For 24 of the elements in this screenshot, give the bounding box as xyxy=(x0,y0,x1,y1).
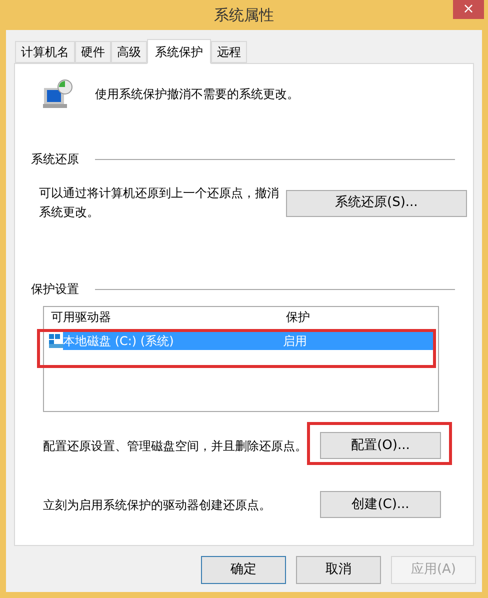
intro-text: 使用系统保护撤消不需要的系统更改。 xyxy=(95,86,299,103)
drive-icon xyxy=(49,334,63,348)
close-button[interactable]: × xyxy=(453,0,484,19)
tab[interactable]: 系统保护 xyxy=(147,39,211,64)
computer-restore-icon xyxy=(41,78,73,110)
dialog-button[interactable]: 确定 xyxy=(201,556,286,584)
dialog-button[interactable]: 取消 xyxy=(296,556,381,584)
configure-description: 配置还原设置、管理磁盘空间，并且删除还原点。 xyxy=(43,438,307,455)
dialog-button[interactable]: 系统还原(S)... xyxy=(286,190,467,216)
column-header[interactable]: 可用驱动器 xyxy=(51,308,286,326)
protection-status: 启用 xyxy=(283,333,307,350)
window-title: 系统属性 xyxy=(214,4,274,26)
tab[interactable]: 高级 xyxy=(111,41,147,63)
column-header[interactable]: 保护 xyxy=(286,308,310,326)
create-description: 立刻为启用系统保护的驱动器创建还原点。 xyxy=(43,496,271,514)
section-heading: 保护设置 xyxy=(31,281,79,298)
drive-name: 本地磁盘 (C:) (系统) xyxy=(63,333,175,350)
dialog-button[interactable]: 创建(C)... xyxy=(320,491,441,518)
section-heading: 系统还原 xyxy=(31,151,79,168)
dialog-button[interactable]: 配置(O)... xyxy=(320,432,441,460)
tab[interactable]: 远程 xyxy=(211,41,247,63)
tab[interactable]: 计算机名 xyxy=(15,41,75,63)
tab[interactable]: 硬件 xyxy=(75,41,111,63)
restore-description: 可以通过将计算机还原到上一个还原点，撤消系统更改。 xyxy=(39,185,280,221)
